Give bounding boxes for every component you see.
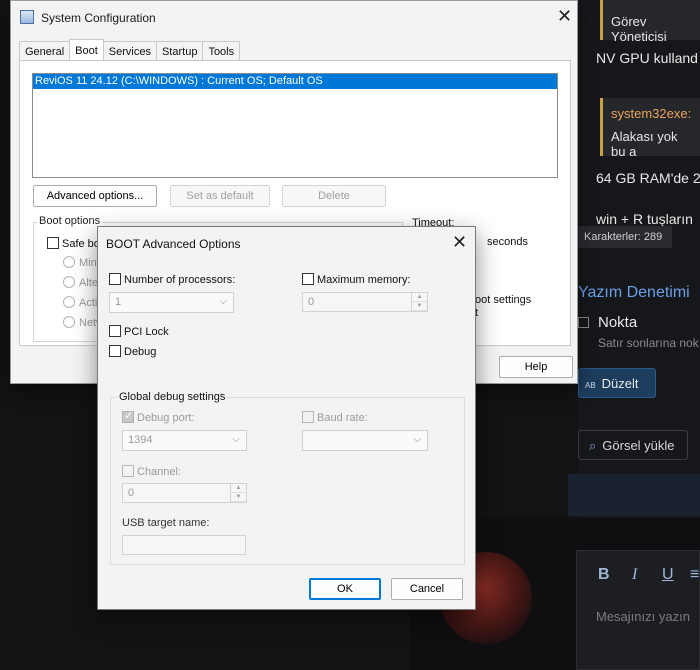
chevron-down-icon: ⌵ [232, 434, 240, 445]
checkbox-box[interactable] [302, 411, 314, 423]
post-text: win + R tuşların [596, 211, 693, 227]
message-placeholder[interactable]: Mesajınızı yazın [596, 609, 690, 624]
spin-buttons[interactable]: ▲ ▼ [411, 293, 427, 311]
tab-services[interactable]: Services [102, 41, 157, 61]
baud-rate-select[interactable]: ⌵ [302, 430, 428, 451]
debug-checkbox[interactable]: Debug [109, 345, 156, 358]
paperclip-icon: ⌕ [589, 438, 597, 453]
max-memory-field[interactable]: 0 ▲ ▼ [302, 292, 428, 312]
msconfig-icon [20, 10, 34, 24]
chevron-down-icon: ⌵ [219, 296, 227, 307]
usb-target-label: USB target name: [122, 517, 210, 529]
nokta-checkbox[interactable] [578, 317, 589, 328]
fix-button[interactable]: AB Düzelt [578, 368, 656, 398]
os-list-item[interactable]: ReviOS 11 24.12 (C:\WINDOWS) : Current O… [33, 74, 557, 89]
alternate-shell-radio[interactable] [63, 276, 75, 288]
tab-tools[interactable]: Tools [202, 41, 241, 61]
chevron-down-icon: ⌵ [413, 434, 421, 445]
max-memory-checkbox[interactable]: Maximum memory: [302, 273, 411, 286]
bold-button[interactable]: B [598, 566, 610, 584]
upload-image-label: Görsel yükle [602, 438, 675, 453]
post-text: 64 GB RAM'de 2 [596, 170, 700, 186]
cancel-button[interactable]: Cancel [391, 578, 463, 600]
channel-value: 0 [128, 487, 135, 499]
safe-boot-label: Safe bo [62, 238, 100, 250]
channel-field[interactable]: 0 ▲ ▼ [122, 483, 247, 503]
nokta-description: Satır sonlarına nok [598, 336, 699, 350]
character-count: Karakterler: 289 [578, 226, 672, 248]
advanced-options-button[interactable]: Advanced options... [33, 185, 157, 207]
window-title: System Configuration [41, 11, 156, 25]
active-directory-radio[interactable] [63, 296, 75, 308]
pci-lock-label: PCI Lock [124, 326, 169, 338]
delete-button[interactable]: Delete [282, 185, 386, 207]
quote-author[interactable]: system32exe: [611, 106, 692, 121]
max-memory-label: Maximum memory: [317, 274, 411, 286]
more-formatting-icon[interactable]: ≡ [690, 566, 699, 584]
highlight-strip [568, 474, 700, 516]
fix-button-label: Düzelt [601, 376, 639, 391]
checkbox-box[interactable] [122, 409, 134, 423]
channel-label: Channel: [137, 466, 182, 478]
spin-buttons[interactable]: ▲ ▼ [230, 484, 246, 502]
debug-port-label: Debug port: [137, 412, 195, 424]
debug-port-value: 1394 [128, 434, 153, 446]
checkbox-box[interactable] [122, 465, 134, 477]
close-icon[interactable]: ✕ [557, 7, 572, 25]
baud-rate-checkbox[interactable]: Baud rate: [302, 411, 368, 424]
num-processors-label: Number of processors: [124, 274, 236, 286]
checkbox-box[interactable] [47, 237, 59, 249]
close-icon[interactable]: ✕ [452, 232, 467, 253]
minimal-radio[interactable] [63, 256, 75, 268]
checkbox-box[interactable] [109, 273, 121, 285]
debug-port-checkbox[interactable]: Debug port: [122, 409, 195, 424]
usb-target-field[interactable] [122, 535, 246, 555]
help-button[interactable]: Help [499, 356, 573, 378]
num-processors-checkbox[interactable]: Number of processors: [109, 273, 235, 286]
checkbox-box[interactable] [302, 273, 314, 285]
ok-button[interactable]: OK [309, 578, 381, 600]
num-processors-value: 1 [115, 296, 122, 308]
set-default-button[interactable]: Set as default [170, 185, 270, 207]
seconds-label: seconds [487, 236, 528, 248]
baud-rate-label: Baud rate: [317, 412, 368, 424]
boot-advanced-options-dialog: BOOT Advanced Options ✕ Number of proces… [97, 226, 476, 610]
boot-options-label: Boot options [37, 215, 103, 227]
checkbox-box[interactable] [109, 345, 121, 357]
spin-down-icon[interactable]: ▼ [412, 302, 427, 311]
os-list[interactable]: ReviOS 11 24.12 (C:\WINDOWS) : Current O… [32, 73, 558, 178]
quote-block: system32exe: Alakası yok bu a [600, 98, 700, 159]
upload-image-button[interactable]: ⌕ Görsel yükle [578, 430, 688, 460]
tab-strip: General Boot Services Startup Tools [19, 39, 241, 61]
spin-down-icon[interactable]: ▼ [231, 493, 246, 502]
quote-text: Alakası yok bu a [611, 129, 678, 159]
debug-port-select[interactable]: 1394 ⌵ [122, 430, 247, 451]
title-bar: System Configuration ✕ [11, 1, 577, 35]
channel-checkbox[interactable]: Channel: [122, 465, 181, 478]
underline-button[interactable]: U [662, 566, 674, 584]
quote-block: Görev Yöneticisi [600, 0, 700, 44]
boot-settings-label: oot settings [475, 294, 532, 306]
spellcheck-title: Yazım Denetimi [578, 284, 690, 301]
nokta-label: Nokta [598, 314, 638, 331]
tab-boot[interactable]: Boot [69, 39, 104, 61]
tab-general[interactable]: General [19, 41, 71, 61]
debug-label: Debug [124, 346, 157, 358]
italic-button[interactable]: I [632, 566, 637, 584]
pci-lock-checkbox[interactable]: PCI Lock [109, 325, 169, 338]
quote-text: Görev Yöneticisi [611, 14, 667, 44]
post-text: NV GPU kulland [596, 50, 698, 66]
spellcheck-icon: AB [585, 381, 596, 390]
spin-up-icon[interactable]: ▲ [412, 293, 427, 302]
spin-up-icon[interactable]: ▲ [231, 484, 246, 493]
max-memory-value: 0 [308, 296, 315, 308]
tab-startup[interactable]: Startup [155, 41, 204, 61]
dialog-title: BOOT Advanced Options [106, 237, 241, 251]
checkbox-box[interactable] [109, 325, 121, 337]
network-radio[interactable] [63, 316, 75, 328]
safe-boot-checkbox[interactable]: Safe bo [47, 237, 100, 250]
num-processors-select[interactable]: 1 ⌵ [109, 292, 234, 313]
global-debug-label: Global debug settings [117, 391, 228, 403]
